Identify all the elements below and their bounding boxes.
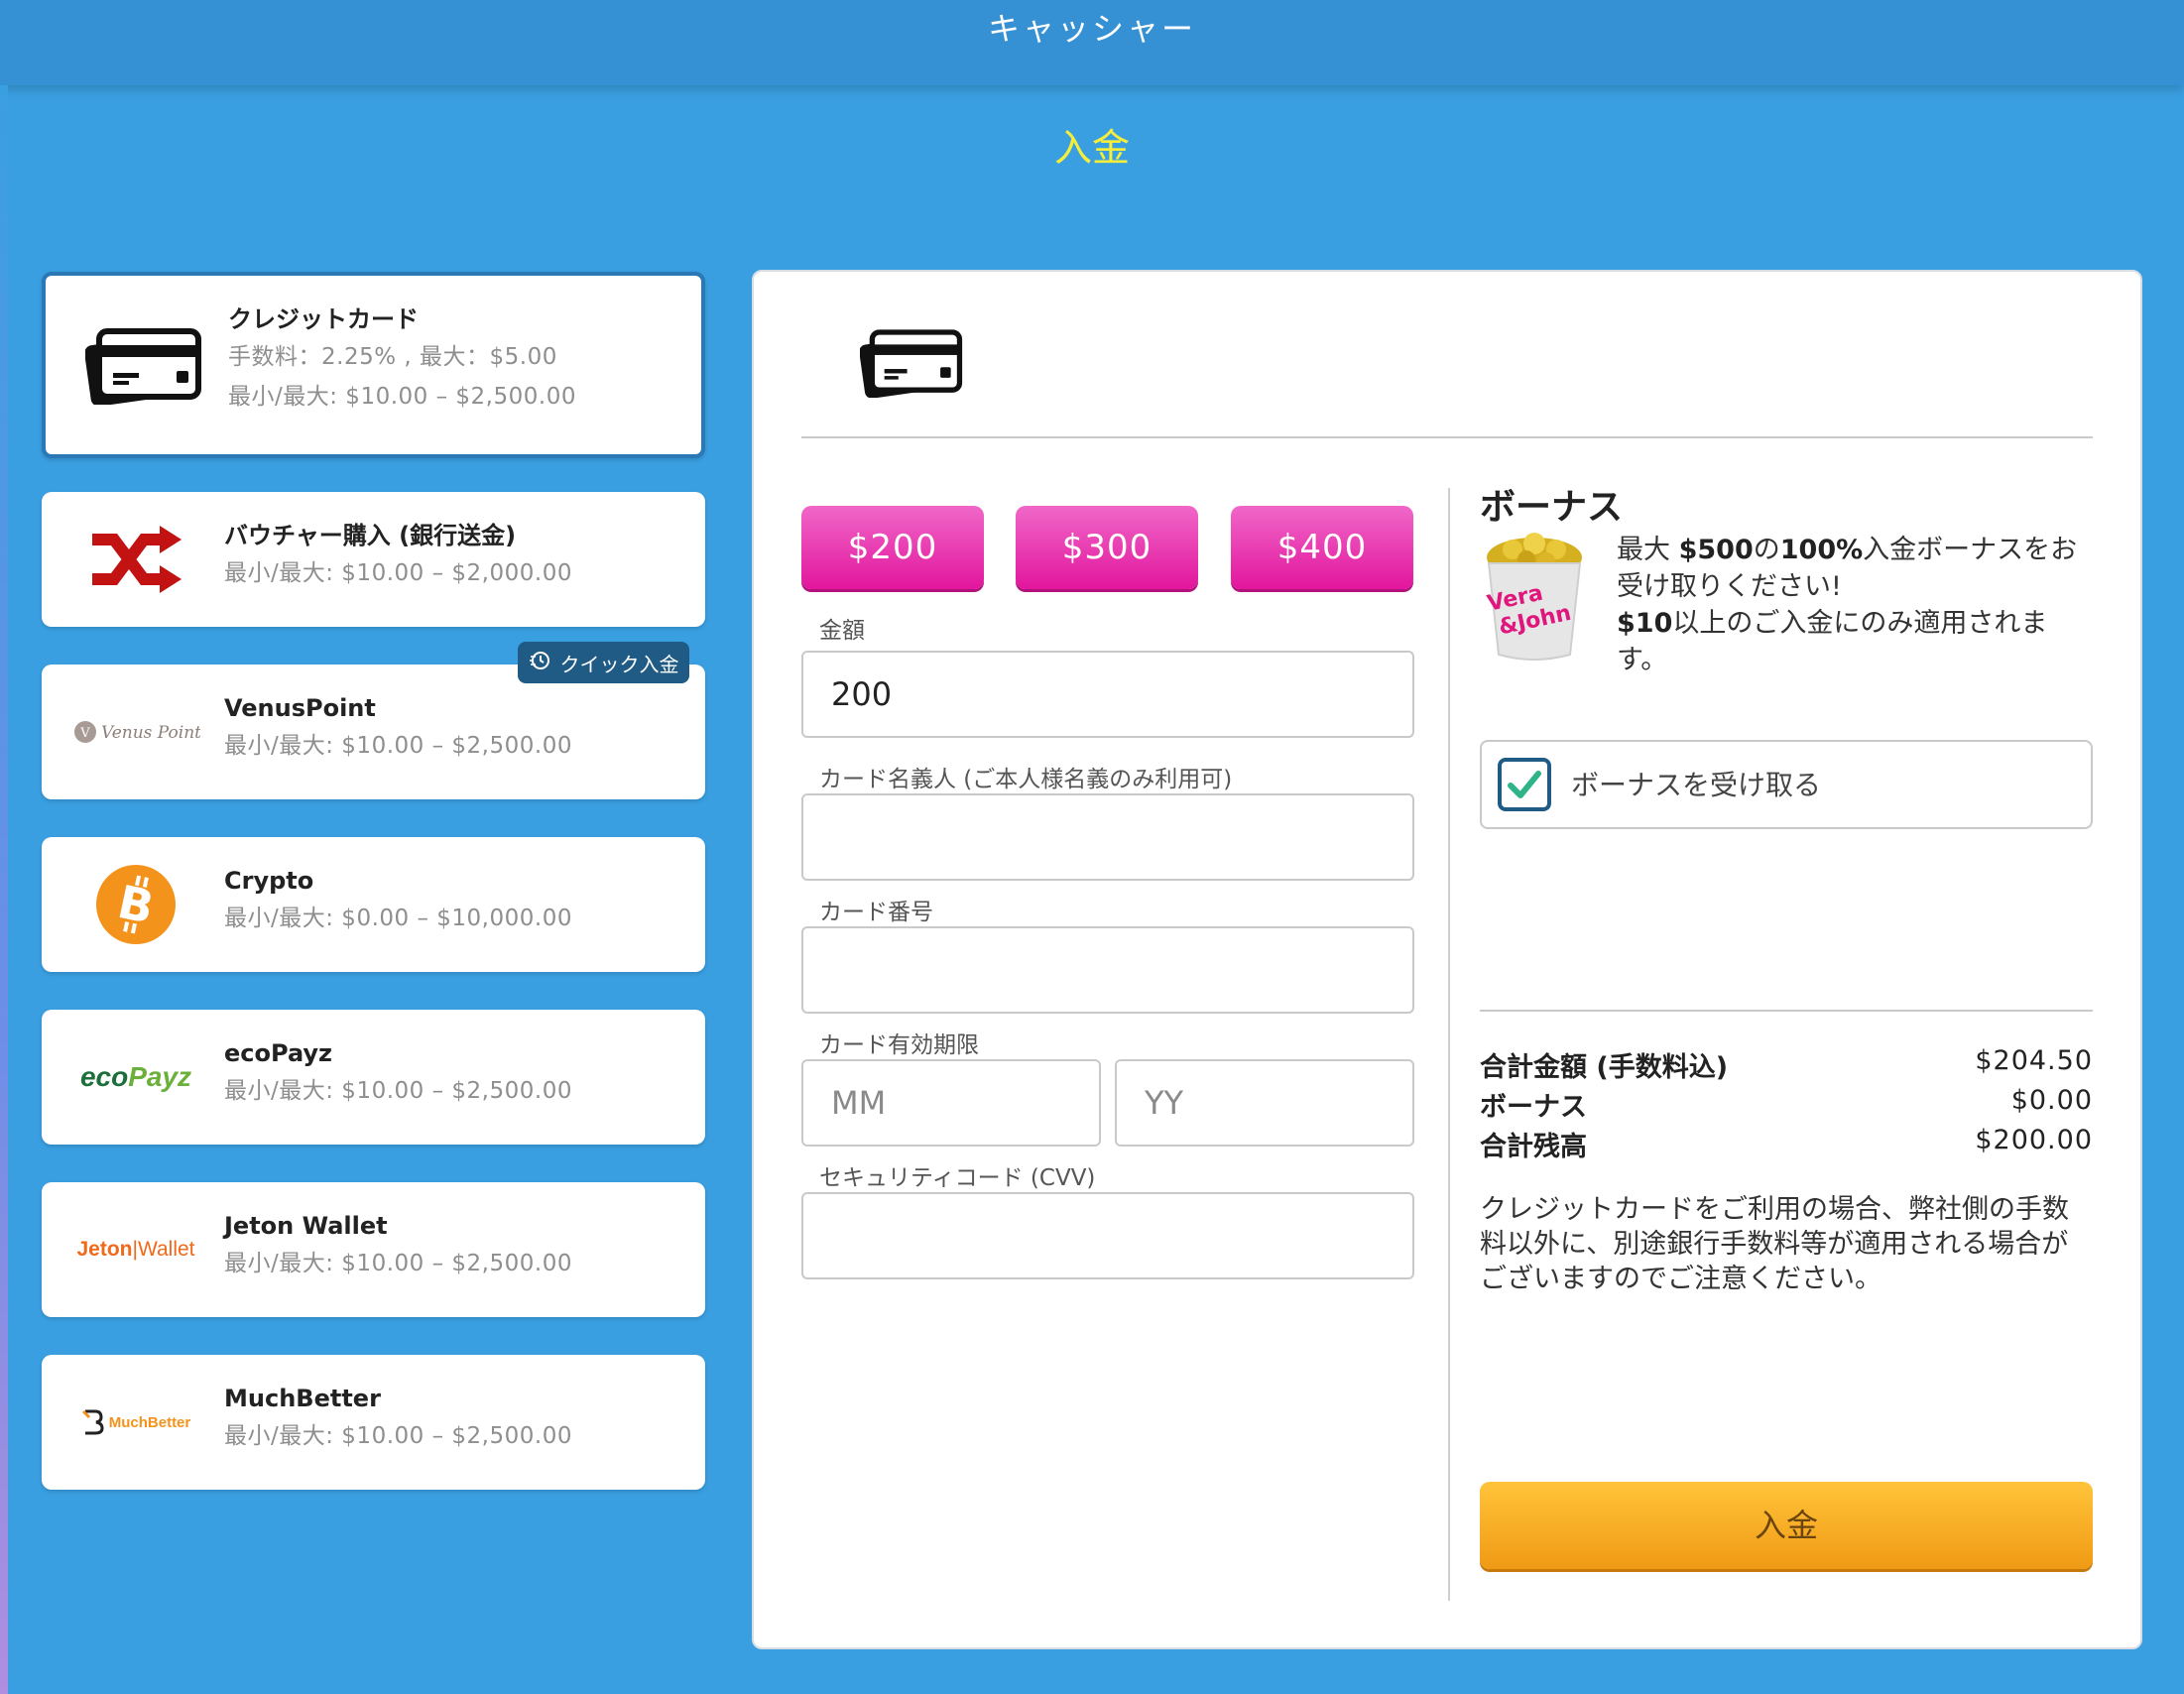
summary-divider — [1480, 1010, 2093, 1012]
cashier-title: キャッシャー — [987, 10, 1196, 48]
method-venuspoint[interactable]: V Venus Point VenusPoint 最小/最大: $10.00 –… — [42, 665, 705, 799]
bonus-bucket-image: Vera &John — [1483, 532, 1586, 663]
quick-deposit-icon — [529, 649, 552, 677]
left-edge-decoration — [0, 85, 8, 1694]
total-label: 合計金額 (手数料込) — [1480, 1052, 1729, 1083]
muchbetter-logo-text: MuchBetter — [108, 1413, 191, 1431]
method-name: Jeton Wallet — [224, 1212, 388, 1240]
total-value: $204.50 — [1975, 1045, 2093, 1076]
bonus-checkbox-label: ボーナスを受け取る — [1571, 769, 1822, 801]
column-divider — [1448, 488, 1450, 1601]
expiry-month-input[interactable]: MM — [801, 1059, 1101, 1147]
summary-bonus-row: ボーナス $0.00 — [1480, 1085, 2093, 1124]
venuspoint-logo-text: Venus Point — [101, 723, 200, 743]
method-fee: 手数料：2.25% , 最大：$5.00 — [228, 344, 557, 370]
shuffle-icon — [61, 492, 210, 627]
quick-deposit-badge: クイック入金 — [518, 642, 689, 683]
cashier-header: キャッシャー — [0, 0, 2184, 85]
divider — [801, 436, 2093, 438]
expiry-year-input[interactable]: YY — [1115, 1059, 1414, 1147]
bonus-text-2: の — [1753, 535, 1780, 565]
method-name: ecoPayz — [224, 1039, 333, 1067]
muchbetter-logo: MuchBetter — [61, 1355, 210, 1490]
balance-value: $200.00 — [1975, 1125, 2093, 1155]
method-name: バウチャー購入 (銀行送金) — [224, 522, 517, 549]
summary-balance-row: 合計残高 $200.00 — [1480, 1125, 2093, 1163]
bonus-title: ボーナス — [1480, 487, 1624, 528]
bonus-label: ボーナス — [1480, 1092, 1587, 1123]
amount-label: 金額 — [819, 618, 865, 644]
amount-400-button[interactable]: $400 — [1231, 506, 1413, 589]
balance-label: 合計残高 — [1480, 1132, 1587, 1162]
cvv-input[interactable] — [801, 1192, 1414, 1279]
fee-notice: クレジットカードをご利用の場合、弊社側の手数料以外に、別途銀行手数料等が適用され… — [1480, 1194, 2069, 1294]
jeton-logo: Jeton|Wallet — [76, 1238, 195, 1261]
bonus-description: 最大 $500の100%入金ボーナスをお受け取りください! $10以上のご入金にの… — [1617, 532, 2093, 678]
method-limits: 最小/最大: $10.00 – $2,500.00 — [224, 1078, 572, 1104]
method-name: VenusPoint — [224, 694, 376, 722]
method-limits: 最小/最大: $10.00 – $2,500.00 — [224, 1423, 572, 1449]
method-ecopayz[interactable]: ecoPayz ecoPayz 最小/最大: $10.00 – $2,500.0… — [42, 1010, 705, 1145]
jeton-logo-jeton: Jeton — [76, 1238, 133, 1261]
amount-input[interactable]: 200 — [801, 651, 1414, 738]
method-limits: 最小/最大: $10.00 – $2,500.00 — [224, 733, 572, 759]
method-limits: 最小/最大: $10.00 – $2,500.00 — [228, 384, 576, 410]
card-number-input[interactable] — [801, 926, 1414, 1014]
svg-text:V: V — [79, 726, 90, 741]
method-limits: 最小/最大: $0.00 – $10,000.00 — [224, 906, 572, 931]
bonus-min-amount: $10 — [1617, 608, 1673, 639]
ecopayz-logo-eco: eco — [79, 1061, 129, 1092]
method-muchbetter[interactable]: MuchBetter MuchBetter 最小/最大: $10.00 – $2… — [42, 1355, 705, 1490]
bonus-text-1: 最大 — [1617, 535, 1679, 565]
page-title: 入金 — [1053, 126, 1130, 170]
bonus-percent: 100% — [1779, 535, 1864, 565]
method-name: MuchBetter — [224, 1385, 381, 1412]
credit-card-icon — [859, 326, 963, 402]
method-crypto[interactable]: B Crypto 最小/最大: $0.00 – $10,000.00 — [42, 837, 705, 972]
method-name: Crypto — [224, 867, 314, 895]
amount-300-button[interactable]: $300 — [1016, 506, 1198, 589]
card-number-label: カード番号 — [819, 900, 933, 925]
expiry-label: カード有効期限 — [819, 1032, 979, 1058]
method-limits: 最小/最大: $10.00 – $2,000.00 — [224, 560, 572, 586]
method-limits: 最小/最大: $10.00 – $2,500.00 — [224, 1251, 572, 1276]
method-name: クレジットカード — [228, 305, 419, 333]
cardholder-input[interactable] — [801, 793, 1414, 881]
quick-deposit-label: クイック入金 — [559, 652, 679, 676]
summary-total-row: 合計金額 (手数料込) $204.50 — [1480, 1045, 2093, 1084]
amount-200-button[interactable]: $200 — [801, 506, 984, 589]
method-voucher[interactable]: バウチャー購入 (銀行送金) 最小/最大: $10.00 – $2,000.00 — [42, 492, 705, 627]
bonus-checkbox[interactable] — [1498, 758, 1551, 811]
bonus-text-4: 以上のご入金にのみ適用されます。 — [1617, 608, 2048, 675]
deposit-panel: $200 $300 $400 金額 200 カード名義人 (ご本人様名義のみ利用… — [752, 270, 2142, 1649]
bonus-value: $0.00 — [2010, 1085, 2093, 1116]
bonus-max-amount: $500 — [1678, 535, 1754, 565]
jeton-logo-wallet: Wallet — [137, 1238, 195, 1261]
check-icon — [1508, 771, 1541, 798]
bitcoin-icon: B — [61, 837, 210, 972]
cvv-label: セキュリティコード (CVV) — [819, 1165, 1096, 1191]
method-credit-card[interactable]: クレジットカード 手数料：2.25% , 最大：$5.00 最小/最大: $10… — [42, 272, 705, 458]
bonus-checkbox-row[interactable]: ボーナスを受け取る — [1480, 740, 2093, 829]
venuspoint-logo: V Venus Point — [61, 665, 210, 799]
deposit-button[interactable]: 入金 — [1480, 1482, 2093, 1569]
ecopayz-logo: ecoPayz — [61, 1010, 210, 1145]
method-jeton[interactable]: Jeton|Wallet Jeton Wallet 最小/最大: $10.00 … — [42, 1182, 705, 1317]
cardholder-label: カード名義人 (ご本人様名義のみ利用可) — [819, 767, 1233, 792]
credit-card-icon — [69, 276, 218, 454]
ecopayz-logo-payz: Payz — [128, 1061, 192, 1092]
